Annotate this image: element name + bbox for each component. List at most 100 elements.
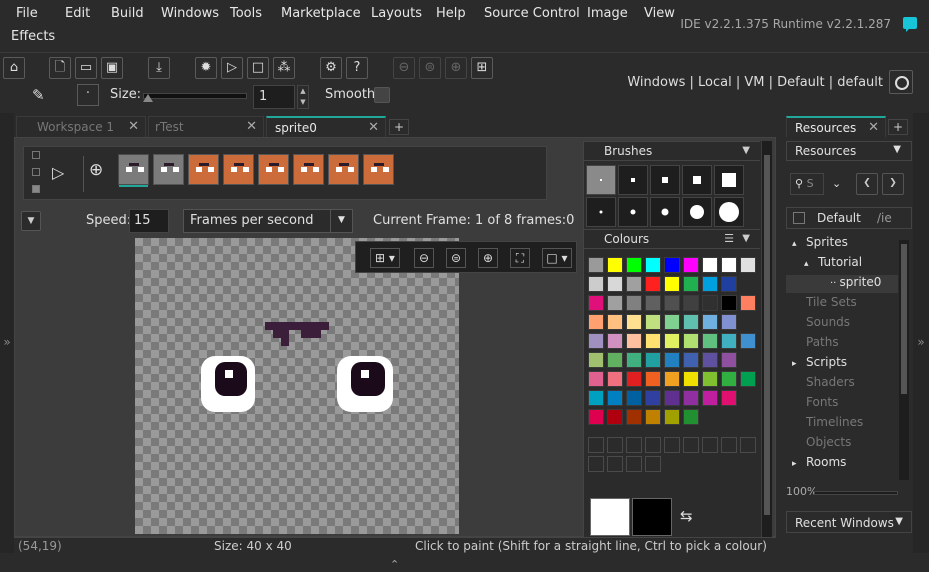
onion-checkbox-3[interactable] — [32, 185, 40, 193]
colour-swatch[interactable] — [664, 371, 680, 387]
menu-layouts[interactable]: Layouts — [371, 6, 422, 21]
zoom-out-icon[interactable]: ⊖ — [393, 57, 415, 79]
colour-swatch[interactable] — [588, 371, 604, 387]
colour-swatch[interactable] — [645, 371, 661, 387]
menu-help[interactable]: Help — [436, 6, 466, 21]
help-icon[interactable]: ? — [346, 57, 368, 79]
colour-swatch[interactable] — [626, 390, 642, 406]
colour-swatch[interactable] — [664, 409, 680, 425]
stop-icon[interactable]: □ — [247, 57, 269, 79]
colour-swatch[interactable] — [702, 390, 718, 406]
colour-swatch[interactable] — [721, 333, 737, 349]
menu-view[interactable]: View — [644, 6, 675, 21]
search-input[interactable]: ⚲ S — [790, 173, 824, 195]
custom-colour-slot[interactable] — [626, 456, 642, 472]
add-frame-icon[interactable]: ⊕ — [89, 160, 103, 180]
menu-marketplace[interactable]: Marketplace — [281, 6, 361, 21]
colour-swatch[interactable] — [626, 352, 642, 368]
primary-colour[interactable] — [590, 498, 630, 536]
colour-swatch[interactable] — [607, 409, 623, 425]
menu-build[interactable]: Build — [111, 6, 144, 21]
right-dock-toggle[interactable]: » — [913, 113, 929, 553]
brush-option[interactable] — [618, 165, 648, 195]
colour-swatch[interactable] — [683, 295, 699, 311]
run-icon[interactable]: ▷ — [221, 57, 243, 79]
resource-tree-item[interactable]: Paths — [786, 335, 898, 353]
add-tab-button[interactable]: + — [888, 119, 908, 135]
colour-swatch[interactable] — [626, 314, 642, 330]
colour-swatch[interactable] — [645, 295, 661, 311]
colour-swatch[interactable] — [702, 295, 718, 311]
colour-swatch[interactable] — [683, 333, 699, 349]
colour-swatch[interactable] — [664, 352, 680, 368]
colour-swatch[interactable] — [702, 257, 718, 273]
close-icon[interactable]: ✕ — [246, 119, 257, 134]
close-icon[interactable]: ✕ — [368, 120, 379, 135]
brush-option[interactable] — [586, 197, 616, 227]
colour-swatch[interactable] — [664, 295, 680, 311]
colour-swatch[interactable] — [607, 257, 623, 273]
custom-colour-slot[interactable] — [683, 437, 699, 453]
colour-swatch[interactable] — [607, 333, 623, 349]
colour-swatch[interactable] — [721, 295, 737, 311]
menu-image[interactable]: Image — [587, 6, 628, 21]
resource-tree-item[interactable]: Timelines — [786, 415, 898, 433]
scroll-thumb[interactable] — [764, 155, 770, 515]
colour-swatch[interactable] — [645, 352, 661, 368]
custom-colour-slot[interactable] — [721, 437, 737, 453]
colour-swatch[interactable] — [645, 276, 661, 292]
save-icon[interactable]: ▣ — [101, 57, 123, 79]
colour-swatch[interactable] — [664, 333, 680, 349]
custom-colour-slot[interactable] — [607, 437, 623, 453]
chevron-left-icon[interactable]: ❮ — [856, 173, 878, 195]
settings-gear-icon[interactable]: ⚙ — [320, 57, 342, 79]
colour-swatch[interactable] — [664, 390, 680, 406]
colour-swatch[interactable] — [626, 371, 642, 387]
colour-swatch[interactable] — [588, 295, 604, 311]
tab-sprite0[interactable]: sprite0 ✕ — [266, 116, 386, 137]
close-icon[interactable]: ✕ — [868, 120, 879, 135]
secondary-colour[interactable] — [632, 498, 672, 536]
resource-tree-item[interactable]: ▴ Sprites — [786, 235, 898, 253]
colour-swatch[interactable] — [607, 390, 623, 406]
frame-thumbnail[interactable] — [293, 154, 324, 185]
recent-windows-dropdown[interactable]: Recent Windows ▼ — [786, 511, 912, 533]
zoom-in-icon[interactable]: ⊕ — [445, 57, 467, 79]
colour-swatch[interactable] — [702, 371, 718, 387]
brush-option[interactable] — [682, 165, 712, 195]
colour-swatch[interactable] — [607, 352, 623, 368]
colour-swatch[interactable] — [702, 314, 718, 330]
colour-swatch[interactable] — [740, 295, 756, 311]
grid-icon[interactable]: ⊞ ▾ — [370, 248, 400, 268]
debug-icon[interactable]: ✹ — [195, 57, 217, 79]
colour-swatch[interactable] — [645, 257, 661, 273]
target-selector[interactable]: Windows | Local | VM | Default | default — [627, 75, 883, 90]
colour-swatch[interactable] — [702, 333, 718, 349]
colour-swatch[interactable] — [588, 390, 604, 406]
left-dock-toggle[interactable]: » — [0, 113, 14, 553]
chevron-down-icon[interactable]: ⌄ — [832, 177, 841, 190]
colour-swatch[interactable] — [683, 276, 699, 292]
colour-swatch[interactable] — [740, 371, 756, 387]
colour-swatch[interactable] — [626, 333, 642, 349]
colour-swatch[interactable] — [721, 352, 737, 368]
custom-colour-slot[interactable] — [702, 437, 718, 453]
colour-swatch[interactable] — [664, 314, 680, 330]
chevron-down-icon[interactable]: ▼ — [21, 211, 41, 231]
menu-effects[interactable]: Effects — [11, 29, 55, 44]
add-tab-button[interactable]: + — [389, 119, 409, 135]
custom-colour-slot[interactable] — [588, 456, 604, 472]
colour-swatch[interactable] — [607, 314, 623, 330]
speed-input[interactable]: 15 — [129, 209, 169, 233]
brush-option[interactable] — [650, 165, 680, 195]
colour-swatch[interactable] — [683, 314, 699, 330]
colour-swatch[interactable] — [607, 371, 623, 387]
colour-swatch[interactable] — [588, 352, 604, 368]
brush-option[interactable] — [650, 197, 680, 227]
menu-source-control[interactable]: Source Control — [484, 6, 580, 21]
tab-workspace-1[interactable]: Workspace 1 ✕ — [16, 116, 146, 137]
frame-thumbnail[interactable] — [258, 154, 289, 185]
frame-thumbnail[interactable] — [188, 154, 219, 185]
colour-swatch[interactable] — [664, 276, 680, 292]
colour-swatch[interactable] — [721, 314, 737, 330]
